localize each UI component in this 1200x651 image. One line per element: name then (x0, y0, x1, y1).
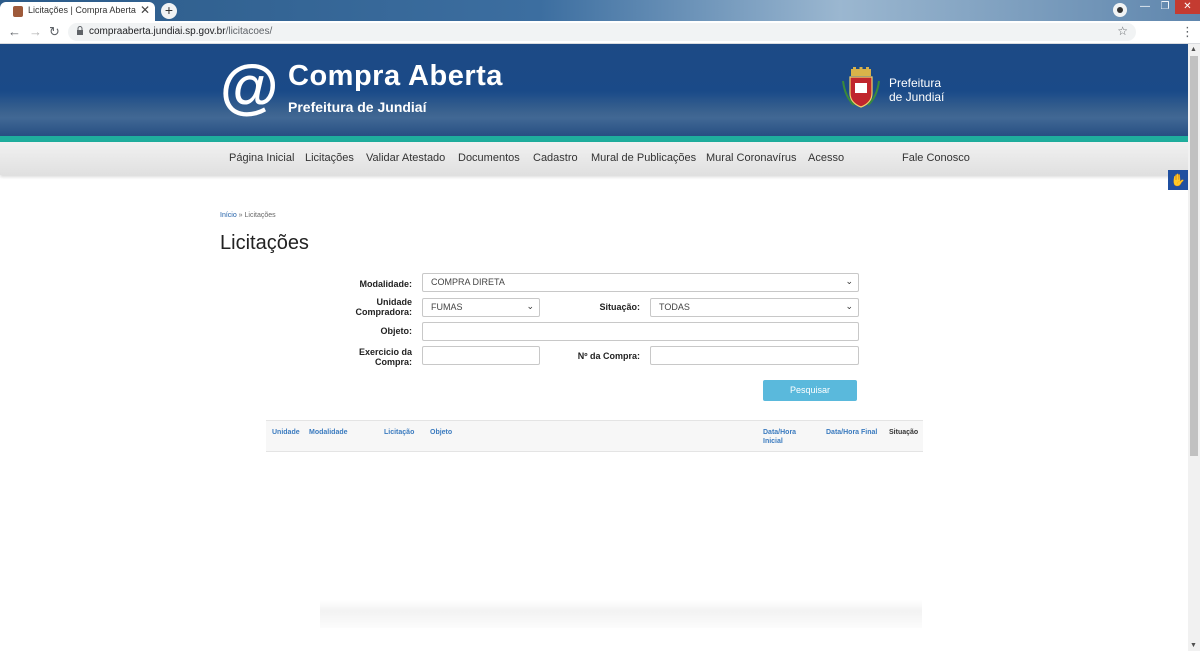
nav-item-acesso[interactable]: Acesso (808, 152, 844, 164)
nav-item-mural-coronavirus[interactable]: Mural Coronavírus (706, 152, 796, 164)
back-icon[interactable]: ← (8, 24, 21, 39)
exercicio-compra-input[interactable] (422, 346, 540, 365)
objeto-label: Objeto: (380, 326, 413, 336)
column-header-data-final[interactable]: Data/Hora Final (826, 428, 877, 437)
column-header-unidade[interactable]: Unidade (272, 428, 300, 437)
coat-of-arms-icon[interactable] (840, 67, 882, 109)
site-header-banner (0, 44, 1188, 136)
numero-compra-input[interactable] (650, 346, 859, 365)
compra-aberta-logo-icon[interactable]: @ (219, 58, 278, 118)
favicon-icon (13, 6, 23, 17)
unidade-compradora-value: FUMAS (431, 302, 463, 312)
site-logo-title[interactable]: Compra Aberta (288, 60, 503, 93)
situacao-label: Situação: (599, 302, 640, 312)
modalidade-value: COMPRA DIRETA (431, 277, 505, 287)
bookmark-star-icon[interactable]: ☆ (1117, 24, 1128, 38)
browser-menu-icon[interactable]: ⋮ (1181, 24, 1194, 40)
column-header-licitacao[interactable]: Licitação (384, 428, 414, 437)
unidade-compradora-select[interactable]: FUMAS ⌄ (422, 298, 540, 317)
column-header-data-inicial[interactable]: Data/Hora Inicial (763, 428, 796, 446)
profile-icon[interactable] (1113, 3, 1127, 17)
main-navigation: Página Inicial Licitações Validar Atesta… (0, 142, 1188, 175)
forward-icon[interactable]: → (29, 24, 42, 39)
tab-title: Licitações | Compra Aberta (28, 5, 136, 15)
column-header-objeto[interactable]: Objeto (430, 428, 452, 437)
prefeitura-label[interactable]: Prefeitura de Jundiaí (889, 76, 944, 104)
column-header-situacao[interactable]: Situação (889, 428, 918, 437)
url-text: compraaberta.jundiai.sp.gov.br/licitacoe… (89, 26, 273, 37)
nav-item-validar-atestado[interactable]: Validar Atestado (366, 152, 445, 164)
address-bar[interactable]: compraaberta.jundiai.sp.gov.br/licitacoe… (68, 23, 1136, 41)
lock-icon (76, 26, 84, 37)
reload-icon[interactable]: ↻ (49, 24, 60, 40)
objeto-input[interactable] (422, 322, 859, 341)
nav-item-fale-conosco[interactable]: Fale Conosco (902, 152, 970, 164)
new-tab-button[interactable]: + (161, 3, 177, 19)
nav-item-licitacoes[interactable]: Licitações (305, 152, 354, 164)
breadcrumb: Início » Licitações (220, 212, 276, 219)
breadcrumb-home-link[interactable]: Início (220, 212, 237, 219)
pesquisar-button[interactable]: Pesquisar (763, 380, 857, 401)
nav-item-documentos[interactable]: Documentos (458, 152, 520, 164)
minimize-icon[interactable]: — (1135, 0, 1155, 14)
browser-toolbar: ← → ↻ compraaberta.jundiai.sp.gov.br/lic… (0, 21, 1200, 44)
situacao-value: TODAS (659, 302, 690, 312)
modalidade-label: Modalidade: (359, 279, 412, 289)
page-title: Licitações (220, 232, 309, 254)
results-table-header: Unidade Modalidade Licitação Objeto Data… (266, 420, 923, 452)
exercicio-compra-label: Exercicio da Compra: (358, 347, 412, 367)
city-skyline-image (0, 91, 1188, 136)
chevron-down-icon: ⌄ (845, 301, 853, 311)
breadcrumb-separator: » (236, 212, 245, 219)
scrollbar-thumb[interactable] (1190, 56, 1198, 456)
accessibility-hand-icon[interactable]: ✋ (1168, 170, 1188, 190)
chevron-down-icon: ⌄ (845, 276, 853, 286)
breadcrumb-current: Licitações (244, 212, 276, 219)
page-scrollbar[interactable]: ▲ ▼ (1188, 44, 1200, 651)
modalidade-select[interactable]: COMPRA DIRETA ⌄ (422, 273, 859, 292)
unidade-compradora-label: Unidade Compradora: (355, 297, 412, 317)
tab-strip-background (0, 0, 1200, 21)
tab-close-icon[interactable]: ✕ (140, 3, 150, 17)
nav-item-cadastro[interactable]: Cadastro (533, 152, 578, 164)
scroll-up-icon[interactable]: ▲ (1190, 46, 1197, 53)
site-logo-subtitle: Prefeitura de Jundiaí (288, 99, 427, 115)
situacao-select[interactable]: TODAS ⌄ (650, 298, 859, 317)
scroll-down-icon[interactable]: ▼ (1190, 642, 1197, 649)
nav-item-mural-publicacoes[interactable]: Mural de Publicações (591, 152, 696, 164)
numero-compra-label: Nº da Compra: (577, 351, 640, 361)
browser-tab-strip: Licitações | Compra Aberta ✕ + — ❐ ✕ (0, 0, 1200, 21)
nav-item-pagina-inicial[interactable]: Página Inicial (229, 152, 294, 164)
chevron-down-icon: ⌄ (526, 301, 534, 311)
rendering-artifact (320, 600, 922, 628)
maximize-icon[interactable]: ❐ (1155, 0, 1175, 14)
browser-tab-active[interactable]: Licitações | Compra Aberta ✕ (0, 2, 155, 21)
column-header-modalidade[interactable]: Modalidade (309, 428, 348, 437)
close-window-icon[interactable]: ✕ (1175, 0, 1200, 14)
